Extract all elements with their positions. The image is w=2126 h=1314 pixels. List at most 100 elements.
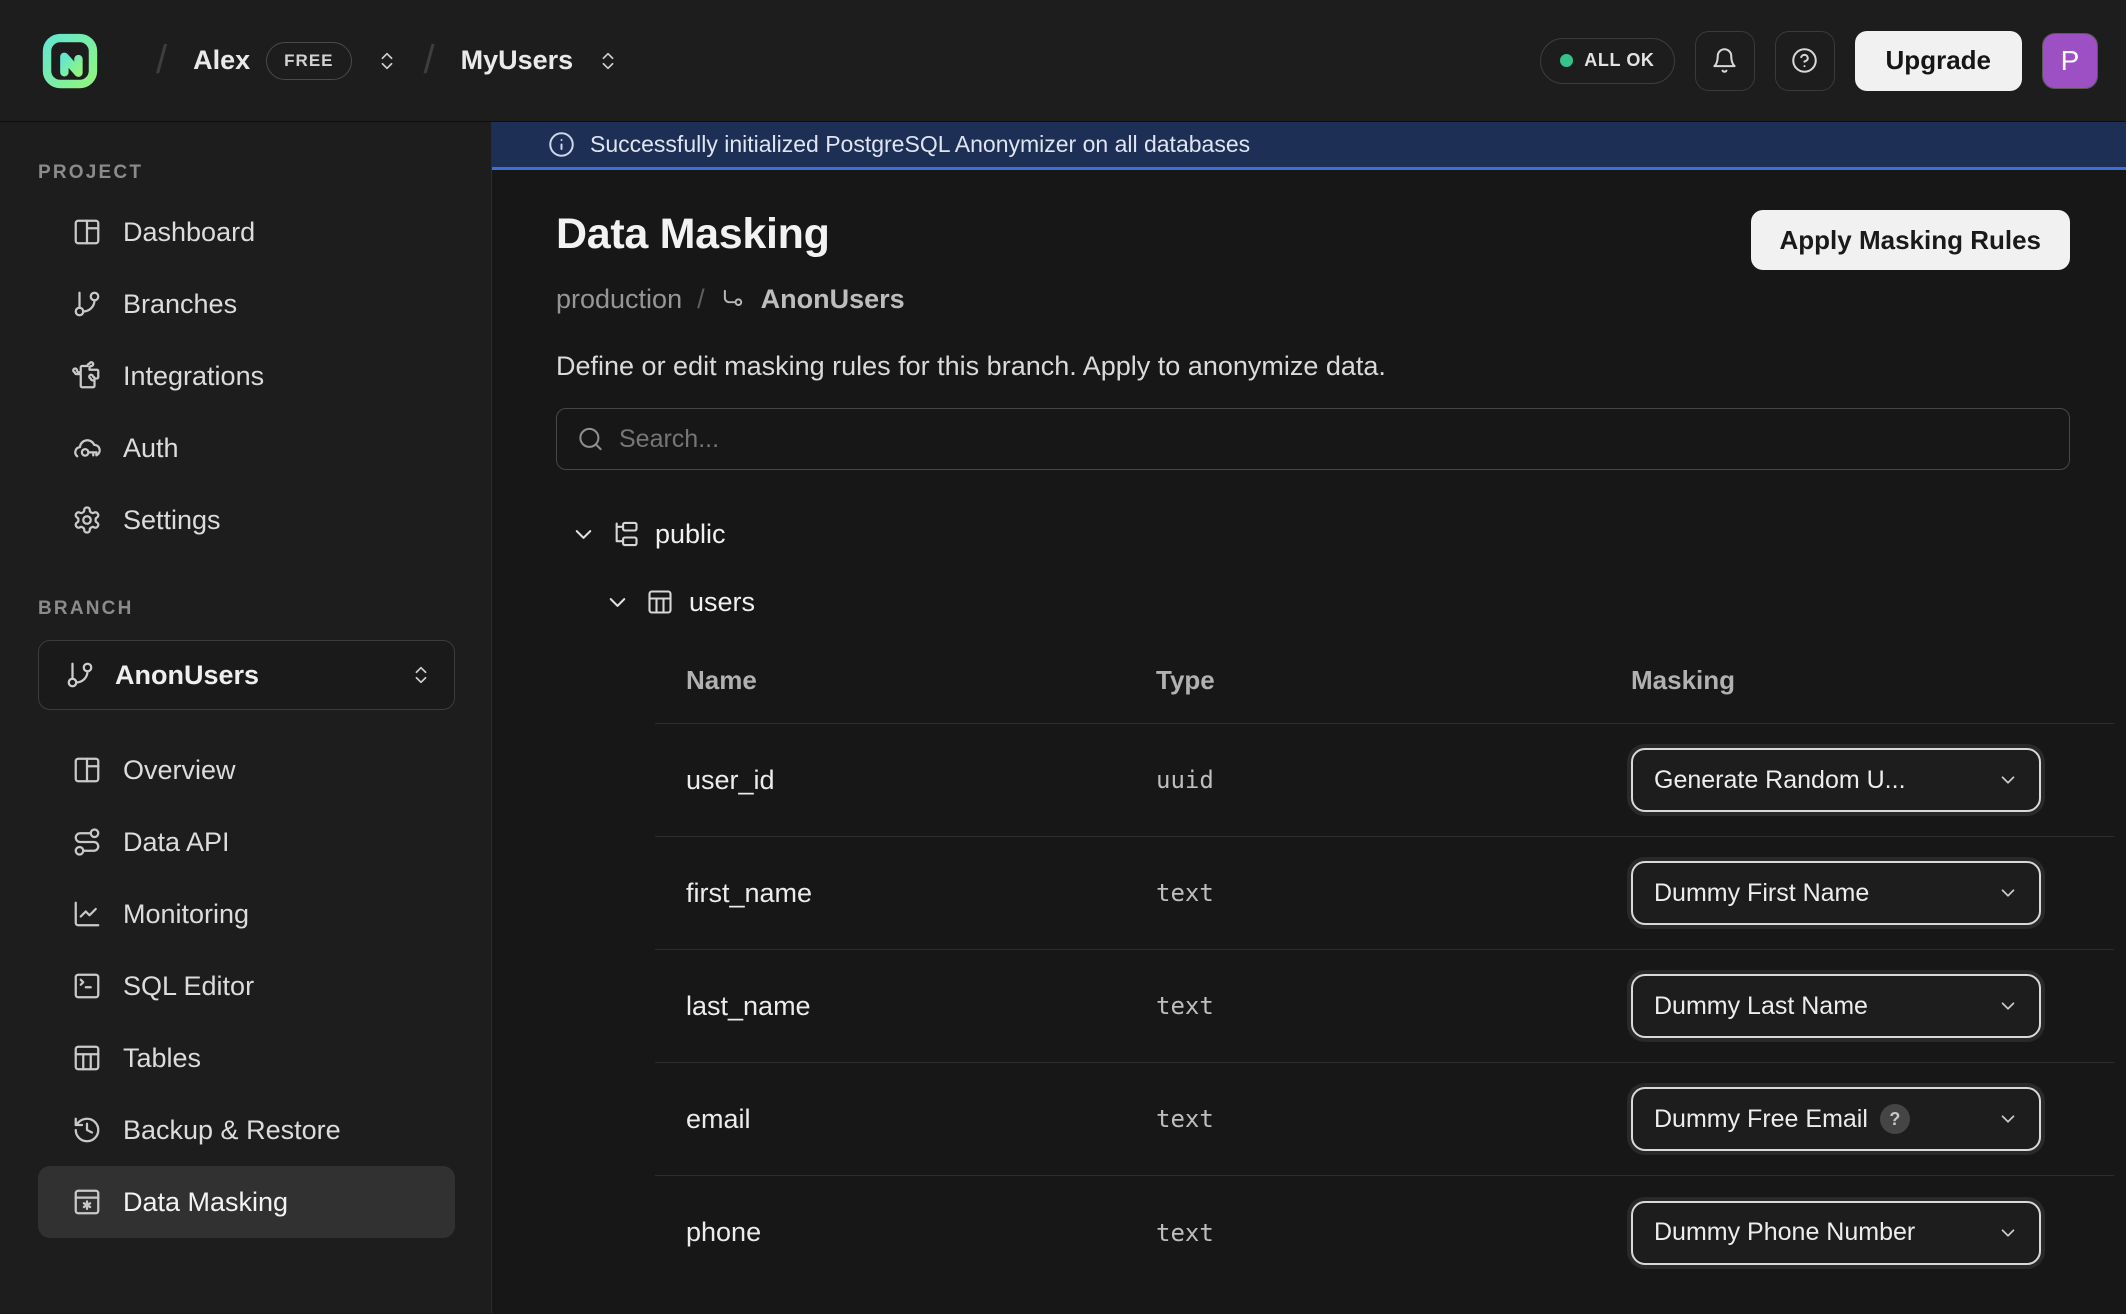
sidebar-item-sql-editor[interactable]: SQL Editor [38,950,455,1022]
header-type: Type [1156,665,1631,696]
sidebar-item-data-masking[interactable]: Data Masking [38,1166,455,1238]
banner-text: Successfully initialized PostgreSQL Anon… [590,131,1250,158]
masking-rule-value: Dummy Last Name [1654,992,1868,1021]
sidebar-item-tables[interactable]: Tables [38,1022,455,1094]
plan-badge: FREE [266,42,351,80]
table-header-row: Name Type Masking [655,638,2114,724]
header-name: Name [686,665,1156,696]
status-text: ALL OK [1584,50,1654,71]
chevron-down-icon [1997,1108,2019,1130]
chevrons-up-down-icon [410,662,432,688]
org-selector[interactable]: Alex FREE [193,42,397,80]
help-icon[interactable]: ? [1880,1104,1910,1134]
masking-rule-select[interactable]: Dummy First Name ? [1631,861,2041,925]
sidebar-item-integrations[interactable]: Integrations [38,340,455,412]
system-status-pill[interactable]: ALL OK [1540,38,1674,84]
branches-icon [65,660,95,690]
sidebar-item-overview[interactable]: Overview [38,734,455,806]
masking-rule-value: Dummy Phone Number [1654,1218,1915,1247]
breadcrumb-separator: / [697,284,705,315]
column-name: user_id [686,765,1156,796]
bell-icon [1711,47,1738,74]
main-content: Successfully initialized PostgreSQL Anon… [492,122,2126,1313]
chevron-down-icon [1997,1222,2019,1244]
tables-icon [72,1043,102,1073]
tree-node-schema[interactable]: public [570,514,2070,554]
column-name: phone [686,1217,1156,1248]
data-masking-icon [72,1187,102,1217]
apply-masking-rules-button[interactable]: Apply Masking Rules [1751,210,2071,270]
help-button[interactable] [1775,31,1835,91]
chevrons-up-down-icon [597,48,619,74]
sidebar: PROJECT Dashboard Branches Integrations … [0,122,492,1313]
header-masking: Masking [1631,665,2114,696]
monitoring-icon [72,899,102,929]
column-name: first_name [686,878,1156,909]
sidebar-item-data-api[interactable]: Data API [38,806,455,878]
masking-rule-value: Generate Random U... [1654,766,1906,795]
column-type: text [1156,879,1631,907]
column-name: last_name [686,991,1156,1022]
user-avatar[interactable]: P [2042,33,2098,89]
branch-selector[interactable]: AnonUsers [38,640,455,710]
top-bar: / Alex FREE / MyUsers ALL OK Upgrade P [0,0,2126,122]
masking-rule-value: Dummy First Name [1654,879,1869,908]
masking-rule-select[interactable]: Dummy Phone Number ? [1631,1201,2041,1265]
neon-logo-icon[interactable] [40,31,100,91]
branch-selector-value: AnonUsers [115,660,390,691]
overview-icon [72,755,102,785]
project-selector[interactable]: MyUsers [461,45,620,76]
project-section-label: PROJECT [38,162,455,184]
breadcrumb-parent[interactable]: production [556,284,682,315]
branches-icon [72,289,102,319]
chevron-down-icon [570,521,597,548]
sidebar-item-monitoring[interactable]: Monitoring [38,878,455,950]
table-row: last_name text Dummy Last Name ? [655,950,2114,1063]
sidebar-item-dashboard[interactable]: Dashboard [38,196,455,268]
column-type: text [1156,992,1631,1020]
table-icon [646,588,674,616]
masking-rule-select[interactable]: Dummy Free Email ? [1631,1087,2041,1151]
table-name: users [689,587,755,618]
sidebar-item-backup-restore[interactable]: Backup & Restore [38,1094,455,1166]
search-input[interactable] [556,408,2070,470]
chevron-down-icon [1997,882,2019,904]
sidebar-item-settings[interactable]: Settings [38,484,455,556]
page-title: Data Masking [556,210,830,259]
branch-section-label: BRANCH [38,598,455,620]
status-dot [1560,54,1573,67]
dashboard-icon [72,217,102,247]
settings-icon [72,505,102,535]
header-separator: / [424,38,435,83]
column-type: text [1156,1219,1631,1247]
branch-nav: Overview Data API Monitoring SQL Editor … [38,734,455,1238]
auth-icon [72,433,102,463]
page-description: Define or edit masking rules for this br… [556,351,2070,382]
masking-rule-select[interactable]: Generate Random U... ? [1631,748,2041,812]
upgrade-button[interactable]: Upgrade [1855,31,2022,91]
columns-table: Name Type Masking user_id uuid Generate … [655,638,2114,1289]
chevron-down-icon [1997,995,2019,1017]
column-type: text [1156,1105,1631,1133]
breadcrumb-current: AnonUsers [761,284,905,315]
org-name: Alex [193,45,250,76]
masking-rule-select[interactable]: Dummy Last Name ? [1631,974,2041,1038]
project-nav: Dashboard Branches Integrations Auth Set… [38,196,455,556]
column-type: uuid [1156,766,1631,794]
chevrons-up-down-icon [376,48,398,74]
masking-rule-value: Dummy Free Email [1654,1105,1868,1134]
branch-child-icon [720,287,746,313]
table-row: user_id uuid Generate Random U... ? [655,724,2114,837]
tree-node-table[interactable]: users [604,582,2070,622]
project-name: MyUsers [461,45,574,76]
column-name: email [686,1104,1156,1135]
info-icon [548,131,575,158]
sidebar-item-auth[interactable]: Auth [38,412,455,484]
schema-icon [612,520,640,548]
notifications-button[interactable] [1695,31,1755,91]
header-separator: / [156,38,167,83]
breadcrumb: production / AnonUsers [556,284,2070,315]
table-row: email text Dummy Free Email ? [655,1063,2114,1176]
help-icon [1791,47,1818,74]
sidebar-item-branches[interactable]: Branches [38,268,455,340]
